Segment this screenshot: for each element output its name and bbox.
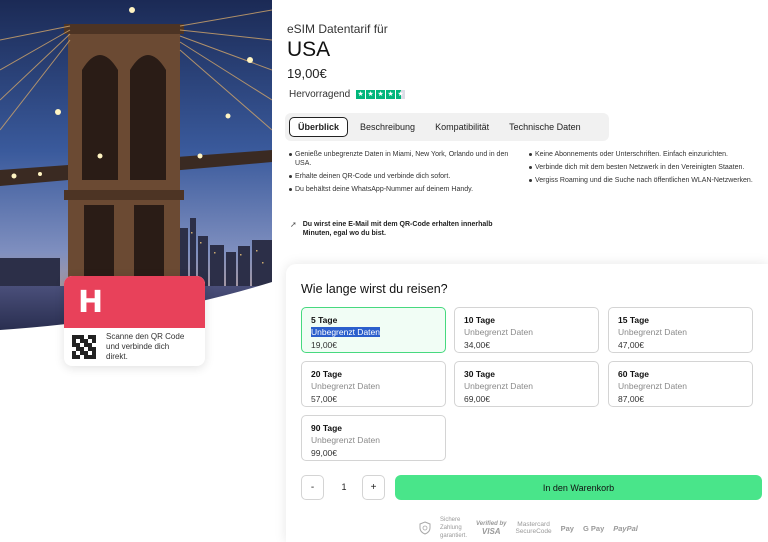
plan-option-30-days[interactable]: 30 Tage Unbegrenzt Daten 69,00€ <box>454 361 599 407</box>
mastercard-securecode-badge: Mastercard SecureCode <box>515 521 551 535</box>
mc-line-1: Mastercard <box>517 521 550 528</box>
plan-days: 20 Tage <box>311 369 343 379</box>
plan-option-60-days[interactable]: 60 Tage Unbegrenzt Daten 87,00€ <box>608 361 753 407</box>
product-price: 19,00€ <box>287 66 327 81</box>
plan-data: Unbegrenzt Daten <box>311 381 380 391</box>
secure-line-2: Zahlung <box>440 525 462 531</box>
tab-compatibility[interactable]: Kompatibilität <box>427 118 497 136</box>
quantity-decrease-button[interactable]: - <box>301 475 324 500</box>
rating-label: Hervorragend <box>289 89 351 100</box>
mc-line-2: SecureCode <box>515 528 552 535</box>
star-icon: ★ <box>376 90 386 99</box>
plan-days: 5 Tage <box>311 315 338 325</box>
plan-price: 57,00€ <box>311 394 337 404</box>
plan-option-15-days[interactable]: 15 Tage Unbegrenzt Daten 47,00€ <box>608 307 753 353</box>
plan-price: 19,00€ <box>311 340 337 350</box>
quantity-value: 1 <box>341 482 347 492</box>
plan-price: 87,00€ <box>618 394 644 404</box>
plan-data: Unbegrenzt Daten <box>618 381 687 391</box>
feature-item: Vergiss Roaming und die Suche nach öffen… <box>529 176 753 185</box>
plan-option-10-days[interactable]: 10 Tage Unbegrenzt Daten 34,00€ <box>454 307 599 353</box>
add-to-cart-button[interactable]: In den Warenkorb <box>395 475 762 500</box>
secure-payment-text: Sichere Zahlung garantiert. <box>440 516 467 540</box>
plan-price: 69,00€ <box>464 394 490 404</box>
qr-caption: Scanne den QR Code und verbinde dich dir… <box>106 332 185 361</box>
apple-pay-badge: Pay <box>561 524 574 533</box>
plan-days: 60 Tage <box>618 369 650 379</box>
product-eyebrow: eSIM Datentarif für <box>287 22 388 36</box>
feature-item: Genieße unbegrenzte Daten in Miami, New … <box>289 150 517 168</box>
feature-list-right: Keine Abonnements oder Unterschriften. E… <box>529 150 753 189</box>
plan-days: 15 Tage <box>618 315 650 325</box>
google-pay-badge: G Pay <box>582 523 605 533</box>
shield-icon <box>419 521 431 535</box>
duration-panel: Wie lange wirst du reisen? 5 Tage Unbegr… <box>286 264 768 542</box>
star-icon: ★ <box>356 90 366 99</box>
plan-days: 30 Tage <box>464 369 496 379</box>
rating-stars: ★ ★ ★ ★ ★ <box>356 90 406 99</box>
product-tabs: Überblick Beschreibung Kompatibilität Te… <box>285 113 609 141</box>
duration-title: Wie lange wirst du reisen? <box>301 282 448 296</box>
qr-row: Scanne den QR Code und verbinde dich dir… <box>64 328 205 366</box>
plan-data: Unbegrenzt Daten <box>311 435 380 445</box>
plan-price: 47,00€ <box>618 340 644 350</box>
verified-by-visa-badge: Verified by VISA <box>476 521 506 536</box>
secure-line-1: Sichere <box>440 517 461 523</box>
feature-item: Du behältst deine WhatsApp-Nummer auf de… <box>289 185 517 194</box>
plan-price: 34,00€ <box>464 340 490 350</box>
plan-option-20-days[interactable]: 20 Tage Unbegrenzt Daten 57,00€ <box>301 361 446 407</box>
feature-list-left: Genieße unbegrenzte Daten in Miami, New … <box>289 150 517 198</box>
brand-card: H Scanne den QR Code und verbinde dich d… <box>64 276 205 366</box>
plan-option-5-days[interactable]: 5 Tage Unbegrenzt Daten 19,00€ <box>301 307 446 353</box>
plan-option-90-days[interactable]: 90 Tage Unbegrenzt Daten 99,00€ <box>301 415 446 461</box>
plan-data: Unbegrenzt Daten <box>464 327 533 337</box>
tab-overview[interactable]: Überblick <box>289 117 349 137</box>
email-note-text: Du wirst eine E-Mail mit dem QR-Code erh… <box>302 221 493 237</box>
product-title: USA <box>287 38 331 61</box>
star-half-icon: ★ <box>396 90 406 99</box>
email-note: ➚ Du wirst eine E-Mail mit dem QR-Code e… <box>290 220 510 238</box>
plan-days: 10 Tage <box>464 315 496 325</box>
star-icon: ★ <box>386 90 396 99</box>
quantity-increase-button[interactable]: + <box>362 475 385 500</box>
feature-item: Verbinde dich mit dem besten Netzwerk in… <box>529 163 753 172</box>
paypal-badge: PayPal <box>613 523 638 533</box>
feature-item: Erhalte deinen QR-Code und verbinde dich… <box>289 172 517 181</box>
star-icon: ★ <box>366 90 376 99</box>
payment-badges: Sichere Zahlung garantiert. Verified by … <box>419 516 638 540</box>
verified-line-2: VISA <box>481 527 501 536</box>
tab-technical-data[interactable]: Technische Daten <box>501 118 589 136</box>
plan-data: Unbegrenzt Daten <box>464 381 533 391</box>
send-icon: ➚ <box>290 220 297 229</box>
apple-pay-label: Pay <box>560 523 574 533</box>
secure-line-3: garantiert. <box>440 533 468 539</box>
plan-price: 99,00€ <box>311 448 337 458</box>
qr-code-icon <box>72 335 96 359</box>
plan-days: 90 Tage <box>311 423 343 433</box>
trustpilot-rating[interactable]: Hervorragend ★ ★ ★ ★ ★ <box>289 89 406 100</box>
brand-banner: H <box>64 276 205 328</box>
feature-item: Keine Abonnements oder Unterschriften. E… <box>529 150 753 159</box>
holafly-logo: H <box>78 284 103 320</box>
tab-description[interactable]: Beschreibung <box>352 118 423 136</box>
plan-data: Unbegrenzt Daten <box>618 327 687 337</box>
plan-data: Unbegrenzt Daten <box>311 327 380 337</box>
